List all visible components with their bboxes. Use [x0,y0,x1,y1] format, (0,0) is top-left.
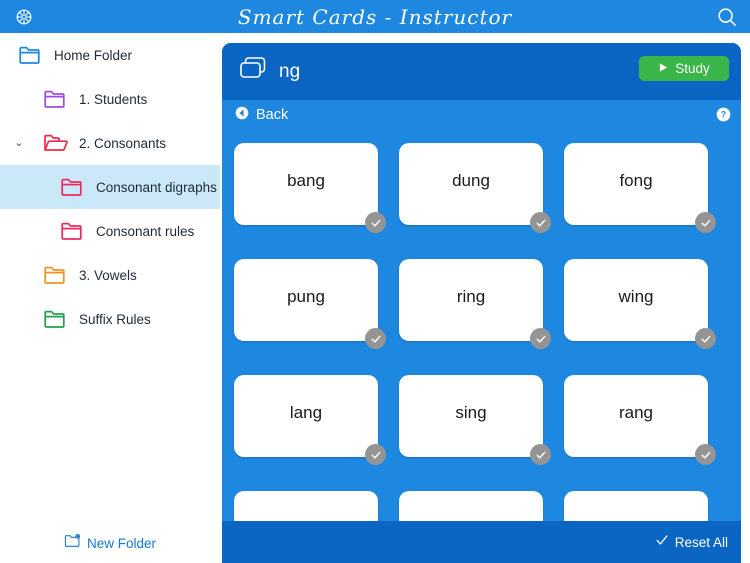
sidebar-item-label: Home Folder [54,47,133,63]
flash-card[interactable]: wing [564,259,716,349]
flash-card[interactable]: dung [399,143,551,233]
folder-open-icon [43,133,69,153]
page-title: Smart Cards - Instructor [237,4,513,29]
folder-icon [43,265,69,285]
folder-plus-icon [64,533,81,553]
flash-card-text: bang [287,171,325,190]
folder-icon [60,177,86,197]
search-icon[interactable] [716,6,738,28]
sidebar-item-label: Consonant rules [96,223,195,239]
panel-header: ng Study [222,43,741,100]
svg-text:?: ? [721,110,726,120]
flash-card-text: fong [619,171,653,190]
folder-icon [43,89,69,109]
new-folder-label: New Folder [86,535,157,551]
sidebar-item-label: 3. Vowels [79,267,137,283]
deck-panel: ng Study Back ? bang dung fong pung ring… [222,43,741,563]
sidebar-item-2-consonants[interactable]: ⌄ 2. Consonants [0,121,220,165]
sidebar-item-suffix-rules[interactable]: Suffix Rules [0,297,220,341]
card-grid: bang dung fong pung ring wing lang sing rang [222,130,741,563]
play-icon [658,60,669,78]
chevron-left-circle-icon [235,106,249,125]
card-checked-badge[interactable] [365,444,386,465]
study-button[interactable]: Study [639,56,729,81]
sidebar-item-label: Suffix Rules [79,311,151,327]
folder-tree: Home Folder 1. Students ⌄ 2. Consonants Cons… [0,33,220,341]
check-icon [655,533,669,552]
flash-card-text: ring [456,287,486,306]
flash-card-text: dung [452,171,490,190]
sidebar-item-label: Consonant digraphs [96,179,217,195]
sidebar-item-3-vowels[interactable]: 3. Vowels [0,253,220,297]
flash-card[interactable]: lang [234,375,386,465]
folder-icon [60,221,86,241]
folder-icon [43,309,69,329]
card-stack-icon [239,56,269,87]
panel-footer: Reset All [222,521,741,563]
card-checked-badge[interactable] [530,444,551,465]
card-checked-badge[interactable] [695,212,716,233]
top-bar: Smart Cards - Instructor [0,0,750,33]
flash-card-text: pung [287,287,325,306]
reset-all-button[interactable]: Reset All [655,533,728,552]
flash-card[interactable]: pung [234,259,386,349]
flash-card-text: sing [455,403,487,422]
card-checked-badge[interactable] [695,444,716,465]
sidebar-item-label: 1. Students [79,91,148,107]
folder-icon [18,45,44,65]
card-checked-badge[interactable] [530,212,551,233]
new-folder-button[interactable]: New Folder [0,533,220,553]
flash-card[interactable]: rang [564,375,716,465]
sidebar-item-home-folder[interactable]: Home Folder [0,33,220,77]
back-label: Back [256,107,289,123]
card-checked-badge[interactable] [695,328,716,349]
flash-card[interactable]: sing [399,375,551,465]
flash-card-text: wing [618,287,654,306]
flash-card-text: rang [618,403,654,422]
sidebar-item-1-students[interactable]: 1. Students [0,77,220,121]
gear-icon[interactable] [14,7,34,27]
back-button[interactable]: Back [235,106,288,125]
deck-title: ng [279,60,301,82]
app-window: Smart Cards - Instructor Home Folder 1. S… [0,0,750,563]
card-checked-badge[interactable] [530,328,551,349]
right-gutter [741,33,750,563]
flash-card[interactable]: bang [234,143,386,233]
flash-card[interactable]: ring [399,259,551,349]
chevron-down-icon[interactable]: ⌄ [13,137,25,149]
reset-all-label: Reset All [674,534,728,550]
sidebar-item-label: 2. Consonants [79,135,167,151]
card-checked-badge[interactable] [365,212,386,233]
question-mark-circle-icon[interactable]: ? [716,107,731,122]
sidebar-item-consonant-rules[interactable]: Consonant rules [0,209,220,253]
panel-subbar: Back ? [222,100,741,130]
sidebar-item-consonant-digraphs[interactable]: Consonant digraphs [0,165,220,209]
flash-card-text: lang [289,403,323,422]
sidebar: Home Folder 1. Students ⌄ 2. Consonants Cons… [0,33,220,563]
card-checked-badge[interactable] [365,328,386,349]
flash-card[interactable]: fong [564,143,716,233]
study-label: Study [675,61,710,76]
